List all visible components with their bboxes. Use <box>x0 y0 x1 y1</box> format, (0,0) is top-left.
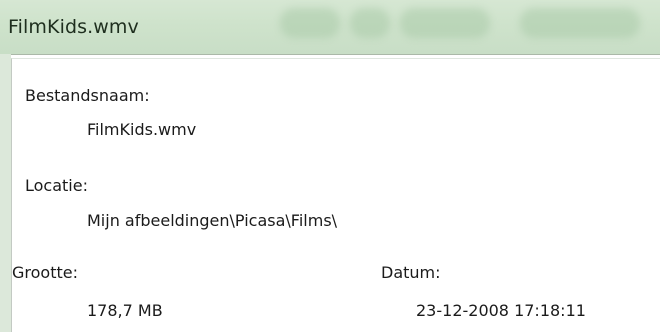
titlebar-blur-decoration <box>400 8 490 38</box>
filename-label: Bestandsnaam: <box>25 86 150 105</box>
size-label: Grootte: <box>12 263 78 282</box>
properties-panel: Bestandsnaam: FilmKids.wmv Locatie: Mijn… <box>11 58 660 332</box>
window-left-border <box>0 54 11 332</box>
titlebar-blur-decoration <box>350 8 390 38</box>
date-label: Datum: <box>381 263 441 282</box>
file-info-window: FilmKids.wmv Bestandsnaam: FilmKids.wmv … <box>0 0 660 332</box>
date-value: 23-12-2008 17:18:11 <box>416 301 586 320</box>
title-bar[interactable]: FilmKids.wmv <box>0 0 660 55</box>
size-value: 178,7 MB <box>87 301 163 320</box>
window-title: FilmKids.wmv <box>8 16 139 38</box>
titlebar-blur-decoration <box>280 8 340 38</box>
titlebar-blur-decoration <box>520 8 640 38</box>
location-value: Mijn afbeeldingen\Picasa\Films\ <box>87 211 338 230</box>
location-label: Locatie: <box>25 176 88 195</box>
filename-value: FilmKids.wmv <box>87 120 197 139</box>
